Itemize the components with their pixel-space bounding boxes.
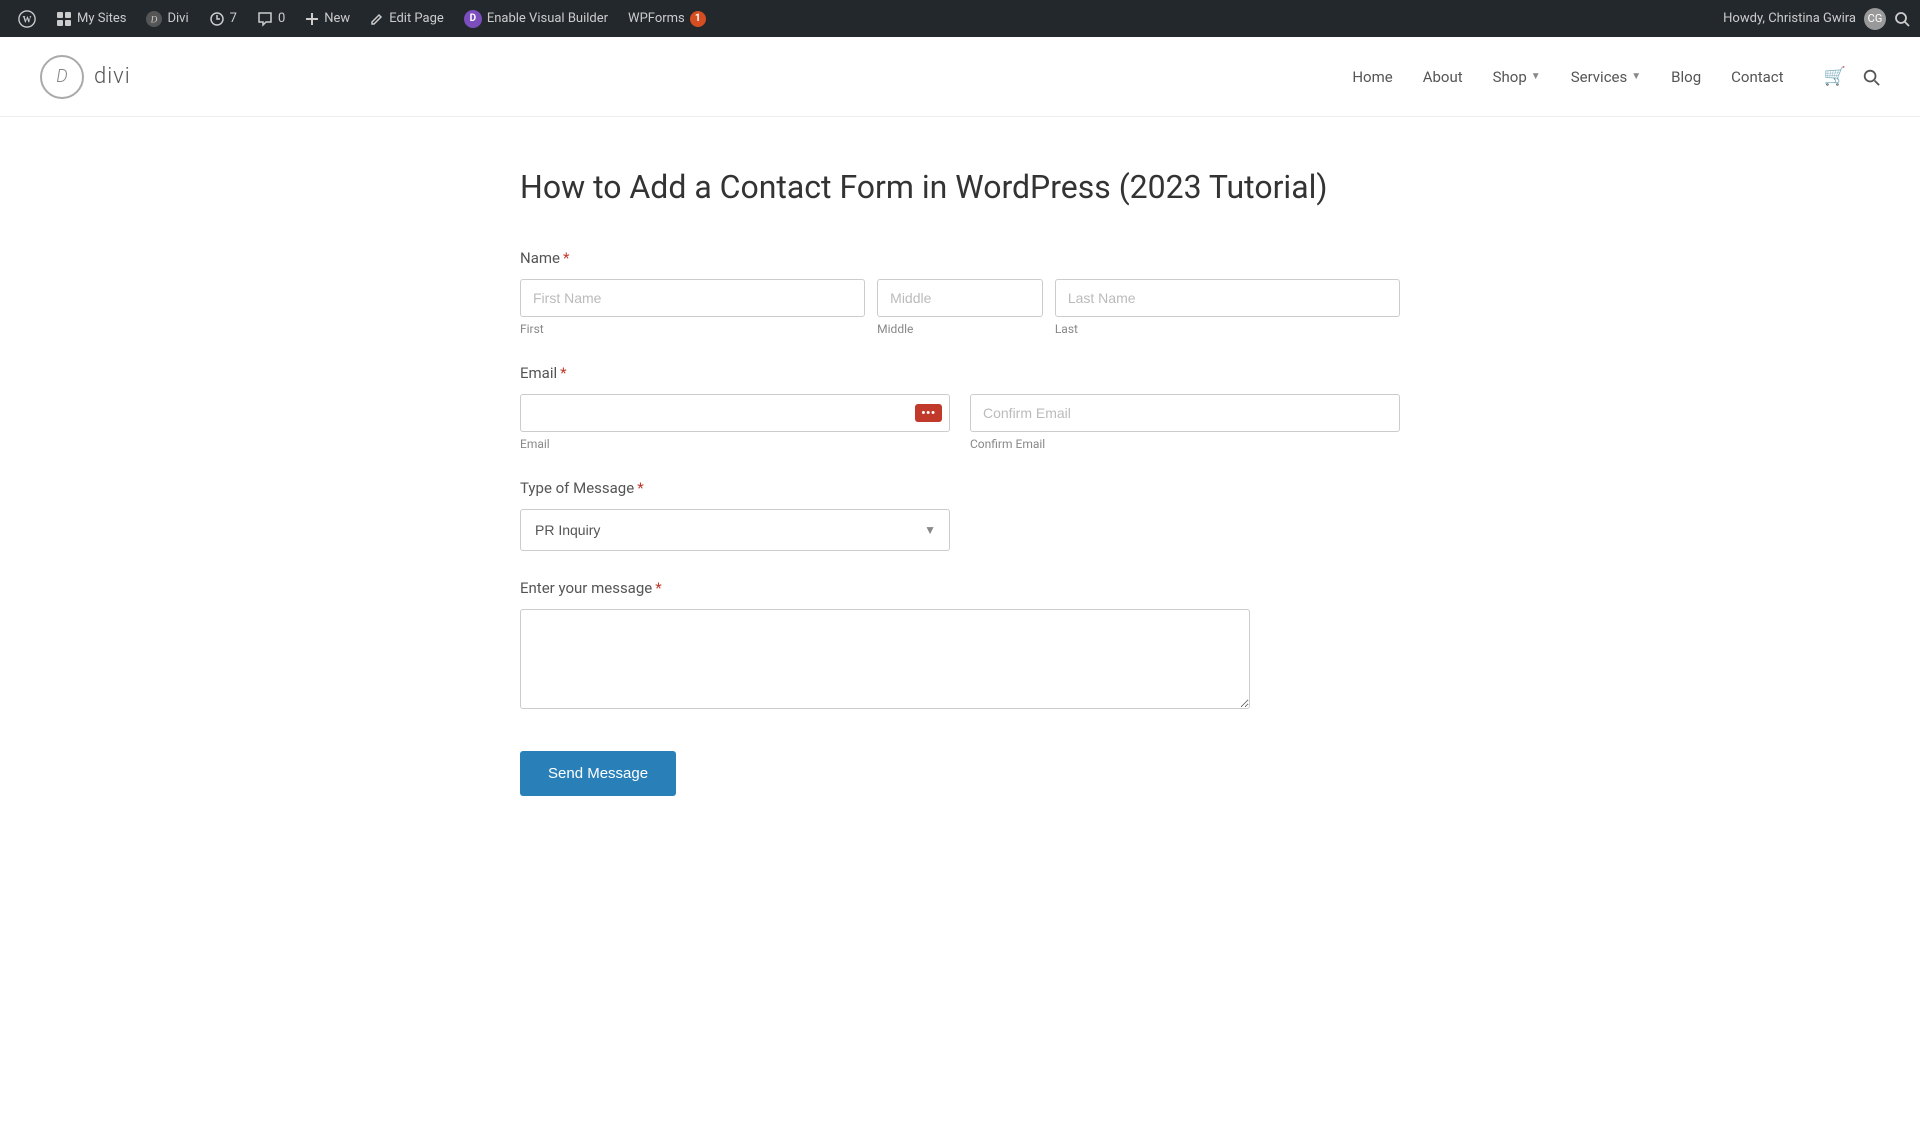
wp-logo-icon: W [18, 10, 36, 28]
email-fields-group: ••• Email Confirm Email [520, 394, 1400, 451]
last-name-wrap: Last [1055, 279, 1400, 336]
site-logo[interactable]: D divi [40, 55, 131, 99]
first-name-wrap: First [520, 279, 865, 336]
name-fields-group: First Middle Last [520, 279, 1400, 336]
message-type-select-wrap: PR Inquiry General Inquiry Support Other… [520, 509, 950, 551]
edit-page-label: Edit Page [389, 11, 444, 26]
message-section: Enter your message* [520, 579, 1400, 713]
updates-item[interactable]: 7 [201, 0, 245, 37]
user-avatar[interactable]: CG [1864, 8, 1886, 30]
divi-theme-icon: D [146, 11, 162, 27]
email-label: Email* [520, 364, 1400, 382]
nav-services[interactable]: Services ▼ [1571, 68, 1641, 86]
divi-item[interactable]: D Divi [138, 0, 196, 37]
message-type-select[interactable]: PR Inquiry General Inquiry Support Other [520, 509, 950, 551]
logo-circle: D [40, 55, 84, 99]
nav-contact[interactable]: Contact [1731, 68, 1783, 86]
nav-home-label: Home [1352, 68, 1392, 86]
edit-icon [370, 12, 384, 26]
name-label: Name* [520, 249, 1400, 267]
site-header: D divi Home About Shop ▼ Services ▼ Blog… [0, 37, 1920, 117]
email-input-wrap: ••• Email [520, 394, 950, 451]
wpforms-label: WPForms [628, 11, 685, 26]
wp-logo-item[interactable]: W [10, 0, 44, 37]
logo-name: divi [94, 64, 131, 89]
name-section: Name* First Middle Last [520, 249, 1400, 336]
logo-letter: D [56, 66, 67, 87]
admin-search-icon[interactable] [1894, 11, 1910, 27]
search-icon[interactable] [1862, 68, 1880, 86]
shop-chevron-icon: ▼ [1531, 71, 1541, 82]
wpforms-badge: 1 [690, 11, 706, 27]
middle-name-input[interactable] [877, 279, 1043, 317]
message-type-label: Type of Message* [520, 479, 1400, 497]
submit-button[interactable]: Send Message [520, 751, 676, 796]
nav-contact-label: Contact [1731, 68, 1783, 86]
nav-blog[interactable]: Blog [1671, 68, 1701, 86]
nav-home[interactable]: Home [1352, 68, 1392, 86]
my-sites-label: My Sites [77, 11, 126, 26]
svg-text:W: W [23, 14, 32, 24]
email-section: Email* ••• Email Confirm Email [520, 364, 1400, 451]
enable-vb-label: Enable Visual Builder [487, 11, 608, 26]
plus-icon [305, 12, 319, 26]
confirm-email-input[interactable] [970, 394, 1400, 432]
updates-count: 7 [230, 11, 237, 26]
comments-item[interactable]: 0 [249, 0, 293, 37]
message-type-required: * [637, 479, 643, 497]
first-name-input[interactable] [520, 279, 865, 317]
last-name-input[interactable] [1055, 279, 1400, 317]
middle-name-sublabel: Middle [877, 322, 1043, 336]
middle-name-wrap: Middle [877, 279, 1043, 336]
email-sublabel: Email [520, 437, 950, 451]
first-name-sublabel: First [520, 322, 865, 336]
enable-vb-item[interactable]: D Enable Visual Builder [456, 0, 616, 37]
admin-bar: W My Sites D Divi [0, 0, 1920, 37]
message-label: Enter your message* [520, 579, 1400, 597]
confirm-email-sublabel: Confirm Email [970, 437, 1400, 451]
my-sites-item[interactable]: My Sites [48, 0, 134, 37]
message-type-section: Type of Message* PR Inquiry General Inqu… [520, 479, 1400, 551]
page-title: How to Add a Contact Form in WordPress (… [520, 167, 1400, 209]
comments-count: 0 [278, 11, 285, 26]
howdy-text: Howdy, Christina Gwira [1723, 11, 1856, 26]
nav-about[interactable]: About [1423, 68, 1463, 86]
main-content: How to Add a Contact Form in WordPress (… [480, 167, 1440, 796]
nav-about-label: About [1423, 68, 1463, 86]
sites-icon [56, 11, 72, 27]
new-content-item[interactable]: New [297, 0, 358, 37]
divi-label: Divi [167, 11, 188, 26]
nav-services-label: Services [1571, 68, 1628, 86]
email-required: * [560, 364, 566, 382]
wpforms-item[interactable]: WPForms 1 [620, 0, 714, 37]
comments-icon [257, 11, 273, 27]
nav-shop-label: Shop [1493, 68, 1527, 86]
svg-text:D: D [150, 14, 158, 24]
divi-vb-icon: D [464, 10, 482, 28]
last-name-sublabel: Last [1055, 322, 1400, 336]
contact-form: Name* First Middle Last Email* [520, 249, 1400, 796]
services-chevron-icon: ▼ [1631, 71, 1641, 82]
message-textarea[interactable] [520, 609, 1250, 709]
cart-icon[interactable]: 🛒 [1824, 66, 1846, 87]
new-label: New [324, 11, 350, 26]
confirm-email-wrap: Confirm Email [970, 394, 1400, 451]
edit-page-item[interactable]: Edit Page [362, 0, 452, 37]
nav-blog-label: Blog [1671, 68, 1701, 86]
email-dots-button[interactable]: ••• [915, 404, 942, 422]
email-input[interactable] [520, 394, 950, 432]
message-required: * [655, 579, 661, 597]
site-nav: Home About Shop ▼ Services ▼ Blog Contac… [1352, 66, 1880, 87]
nav-shop[interactable]: Shop ▼ [1493, 68, 1541, 86]
name-required: * [563, 249, 569, 267]
updates-icon [209, 11, 225, 27]
